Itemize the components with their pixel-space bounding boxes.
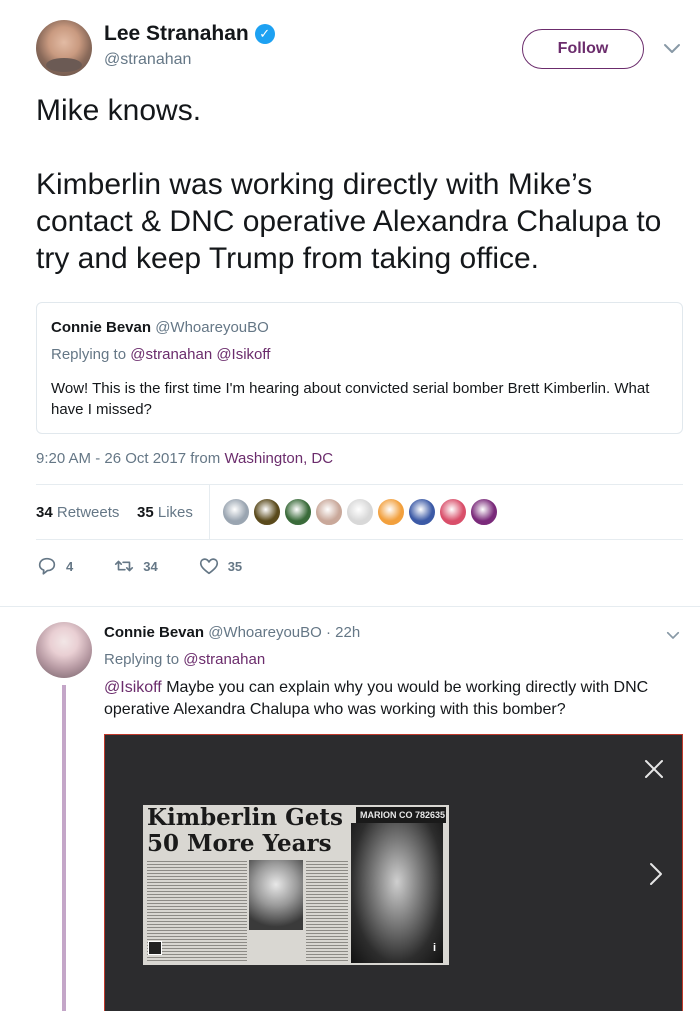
retweets-label: Retweets: [56, 504, 120, 521]
location-link[interactable]: Washington, DC: [224, 450, 333, 467]
close-icon[interactable]: [643, 758, 665, 780]
tweet-paragraph: Mike knows.: [36, 94, 202, 127]
follow-button[interactable]: Follow: [522, 29, 644, 69]
like-count: 35: [227, 558, 243, 574]
reply-count: 4: [66, 558, 74, 574]
likes-label: Likes: [157, 504, 193, 521]
verified-badge-icon: ✓: [254, 24, 275, 44]
tweet-paragraph: Kimberlin was working directly with Mike…: [36, 168, 662, 275]
author-handle[interactable]: @stranahan: [104, 51, 191, 69]
liker-avatar[interactable]: [439, 498, 467, 526]
replying-prefix: Replying to: [104, 651, 180, 668]
replying-prefix: Replying to: [51, 346, 127, 363]
tweet-timestamp: 9:20 AM - 26 Oct 2017 from Washington, D…: [36, 450, 333, 467]
media-viewer[interactable]: Kimberlin Gets 50 More Years MARION CO 7…: [104, 734, 683, 1011]
quoted-author-handle: @WhoareyouBO: [155, 319, 269, 336]
liker-avatar[interactable]: [284, 498, 312, 526]
author-name-text[interactable]: Lee Stranahan: [104, 22, 249, 46]
clipping-column: [147, 861, 247, 961]
quoted-tweet-header: Connie Bevan @WhoareyouBO: [51, 319, 269, 336]
replying-to-link[interactable]: @stranahan: [183, 651, 265, 668]
liker-avatar[interactable]: [253, 498, 281, 526]
chevron-down-icon[interactable]: [664, 626, 682, 644]
reply-icon: [38, 557, 56, 575]
newspaper-clipping-image[interactable]: Kimberlin Gets 50 More Years MARION CO 7…: [143, 805, 449, 965]
chevron-right-icon[interactable]: [649, 862, 663, 886]
clipping-badge: MARION CO 782635: [356, 807, 446, 823]
mugshot-photo: [351, 823, 443, 963]
liker-avatar[interactable]: [408, 498, 436, 526]
retweets-count: 34: [36, 504, 53, 521]
quoted-replying-to: Replying to @stranahan @Isikoff: [51, 346, 270, 363]
headline-line: Kimberlin Gets: [147, 805, 343, 831]
likes-count: 35: [137, 504, 154, 521]
reply-author-name[interactable]: Connie Bevan: [104, 624, 204, 641]
quoted-tweet-text: Wow! This is the first time I'm hearing …: [51, 380, 650, 418]
main-tweet: Lee Stranahan ✓ @stranahan Follow Mike k…: [0, 0, 700, 600]
divider: [209, 485, 210, 540]
replying-to-link[interactable]: @stranahan @Isikoff: [130, 346, 270, 363]
likes-stat[interactable]: 35 Likes: [137, 504, 193, 521]
quoted-tweet[interactable]: Connie Bevan @WhoareyouBO Replying to @s…: [36, 302, 683, 434]
liker-avatar[interactable]: [470, 498, 498, 526]
heart-icon: [199, 558, 218, 575]
liker-avatar[interactable]: [377, 498, 405, 526]
retweet-icon: [115, 560, 134, 572]
chevron-down-icon[interactable]: [660, 36, 684, 60]
reply-text-body: Maybe you can explain why you would be w…: [104, 679, 649, 718]
reply-age[interactable]: · 22h: [326, 624, 360, 641]
thread-line: [62, 685, 66, 1011]
author-name[interactable]: Lee Stranahan ✓: [104, 22, 275, 46]
retweet-action[interactable]: 34: [113, 555, 158, 577]
reply-text: @Isikoff Maybe you can explain why you w…: [104, 677, 674, 721]
reply-author-handle[interactable]: @WhoareyouBO: [208, 624, 322, 641]
expand-icon: [148, 941, 162, 955]
tweet-actions: 4 34 35: [36, 555, 282, 577]
clipping-photo: [249, 860, 303, 930]
avatar[interactable]: [36, 622, 92, 678]
mention-link[interactable]: @Isikoff: [104, 679, 162, 696]
reply-header: Connie Bevan @WhoareyouBO · 22h: [104, 624, 360, 641]
retweet-count: 34: [143, 558, 158, 574]
headline-line: 50 More Years: [147, 830, 332, 857]
liker-avatar[interactable]: [315, 498, 343, 526]
timestamp-text[interactable]: 9:20 AM - 26 Oct 2017 from: [36, 450, 220, 467]
reply-tweet[interactable]: Connie Bevan @WhoareyouBO · 22h Replying…: [0, 607, 700, 1011]
liker-avatar[interactable]: [222, 498, 250, 526]
avatar[interactable]: [36, 20, 92, 76]
quoted-author-name: Connie Bevan: [51, 319, 152, 336]
clipping-column: [306, 861, 348, 961]
clipping-headline: Kimberlin Gets 50 More Years: [147, 805, 343, 857]
retweets-stat[interactable]: 34 Retweets: [36, 504, 119, 521]
like-action[interactable]: 35: [198, 555, 242, 577]
liker-avatars: [222, 498, 498, 526]
info-icon: i: [433, 942, 437, 954]
reply-replying-to: Replying to @stranahan: [104, 651, 265, 668]
liker-avatar[interactable]: [346, 498, 374, 526]
reply-action[interactable]: 4: [36, 555, 73, 577]
tweet-stats: 34 Retweets 35 Likes: [36, 484, 683, 540]
tweet-text: Mike knows. Kimberlin was working direct…: [36, 92, 676, 314]
